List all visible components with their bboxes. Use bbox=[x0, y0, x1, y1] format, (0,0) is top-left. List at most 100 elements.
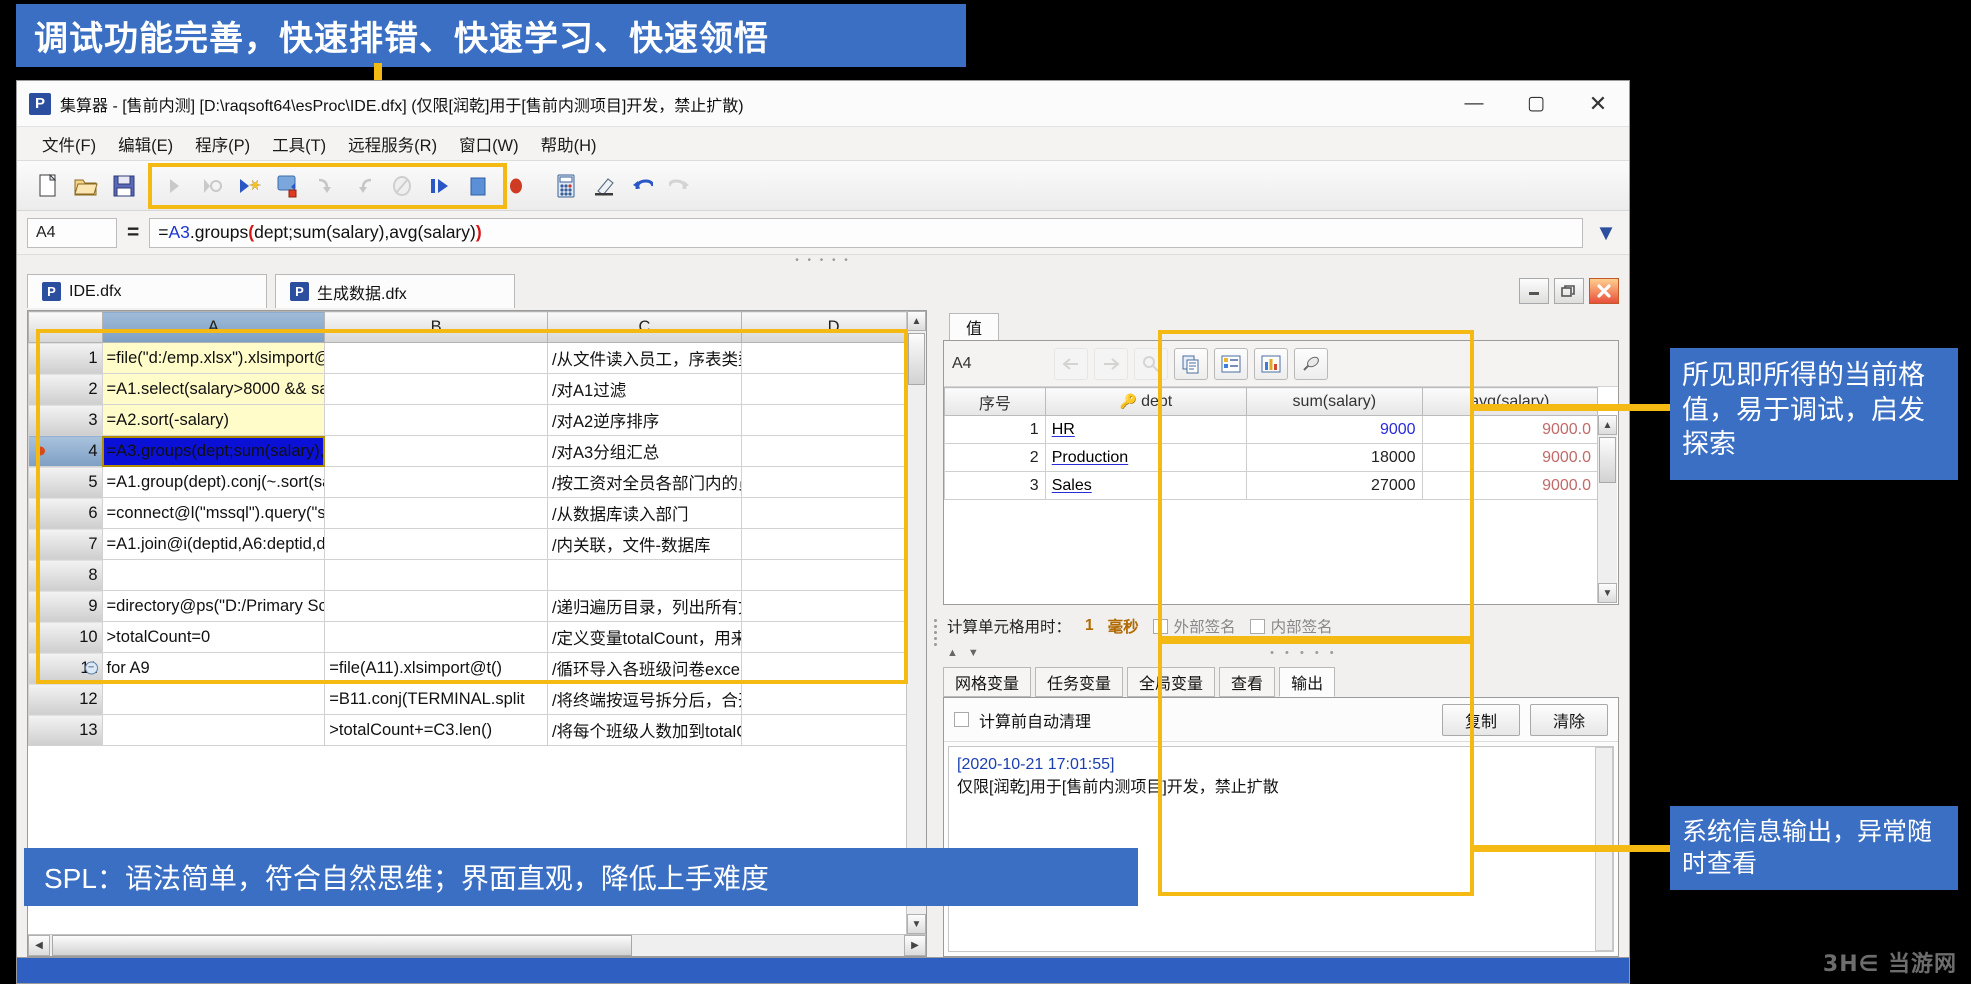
cell-b5[interactable] bbox=[324, 466, 548, 498]
scroll-down-icon[interactable]: ▼ bbox=[907, 914, 926, 934]
internal-sign-checkbox[interactable]: 内部签名 bbox=[1249, 615, 1333, 637]
menu-item-file[interactable]: 文件(F) bbox=[31, 128, 107, 160]
step-over-icon[interactable] bbox=[195, 169, 229, 203]
copy-icon[interactable] bbox=[1174, 347, 1208, 380]
cell-a5[interactable]: =A1.group(dept).conj(~.sort(salary)) bbox=[101, 466, 326, 498]
cell-d4[interactable] bbox=[741, 435, 926, 467]
cell-d13[interactable] bbox=[741, 714, 926, 746]
row-header-2[interactable]: 2 bbox=[28, 373, 103, 405]
cell-c13[interactable]: /将每个班级人数加到totalCount中 bbox=[546, 714, 743, 746]
cell-c7[interactable]: /内关联，文件-数据库 bbox=[546, 528, 743, 560]
step-into-icon[interactable] bbox=[157, 169, 191, 203]
scroll-up-icon[interactable]: ▲ bbox=[907, 311, 926, 331]
execute-icon[interactable] bbox=[271, 169, 305, 203]
cell-a4[interactable]: =A3.groups(dept;sum(salary),avg(salary)) bbox=[101, 435, 326, 467]
tab-value[interactable]: 值 bbox=[949, 313, 1000, 340]
cell-c9[interactable]: /递归遍历目录，列出所有文件 bbox=[546, 590, 743, 622]
hscrollbar-thumb[interactable] bbox=[52, 935, 632, 956]
debug-run-icon[interactable] bbox=[233, 169, 267, 203]
menu-item-window[interactable]: 窗口(W) bbox=[448, 128, 530, 160]
cell-a13[interactable] bbox=[101, 714, 326, 746]
menu-item-program[interactable]: 程序(P) bbox=[184, 128, 261, 160]
cell-b11[interactable]: =file(A11).xlsimport@t() bbox=[324, 652, 548, 684]
tab-global-variables[interactable]: 全局变量 bbox=[1127, 667, 1216, 697]
tab-view[interactable]: 查看 bbox=[1219, 667, 1276, 697]
cell-b4[interactable] bbox=[324, 435, 548, 467]
close-button[interactable]: ✕ bbox=[1567, 81, 1629, 126]
tab-grid-variables[interactable]: 网格变量 bbox=[943, 667, 1032, 697]
scroll-right-icon[interactable]: ▶ bbox=[904, 935, 926, 956]
pin-icon[interactable] bbox=[1294, 347, 1328, 380]
new-file-icon[interactable] bbox=[31, 169, 65, 203]
pane-drag-handle[interactable]: • • • • • bbox=[989, 647, 1619, 659]
row-header-9[interactable]: 9 bbox=[28, 590, 103, 622]
row-header-12[interactable]: 12 bbox=[28, 683, 103, 715]
step-down-icon[interactable] bbox=[309, 169, 343, 203]
step-forward-icon[interactable] bbox=[423, 169, 457, 203]
detail-list-icon[interactable] bbox=[1214, 347, 1248, 380]
cell-d3[interactable] bbox=[741, 404, 926, 436]
cell-d8[interactable] bbox=[741, 559, 926, 591]
menu-item-help[interactable]: 帮助(H) bbox=[530, 128, 608, 160]
row-header-3[interactable]: 3 bbox=[28, 404, 103, 436]
copy-button[interactable]: 复制 bbox=[1442, 703, 1520, 736]
grid-vertical-scrollbar[interactable]: ▲ ▼ bbox=[906, 311, 926, 934]
menu-item-tools[interactable]: 工具(T) bbox=[261, 128, 337, 160]
result-dept[interactable]: Production bbox=[1044, 443, 1248, 472]
result-dept[interactable]: HR bbox=[1044, 415, 1248, 444]
row-header-6[interactable]: 6 bbox=[28, 497, 103, 529]
formula-input[interactable]: = A3 .groups(dept;sum(salary),avg(salary)) bbox=[149, 217, 1583, 248]
step-up-icon[interactable] bbox=[347, 169, 381, 203]
pane-drag-handle[interactable]: • • • • • bbox=[17, 255, 1629, 266]
cell-a8[interactable] bbox=[101, 559, 326, 591]
formula-expand-icon[interactable]: ▼ bbox=[1593, 220, 1619, 246]
scroll-down-icon[interactable]: ▼ bbox=[1598, 583, 1617, 603]
inner-restore-button[interactable] bbox=[1554, 278, 1584, 304]
row-header-10[interactable]: 10 bbox=[28, 621, 103, 653]
tab-ide-dfx[interactable]: P IDE.dfx bbox=[27, 274, 267, 308]
stop-icon[interactable] bbox=[461, 169, 495, 203]
inner-close-button[interactable] bbox=[1589, 278, 1619, 304]
tab-task-variables[interactable]: 任务变量 bbox=[1035, 667, 1124, 697]
cell-b10[interactable] bbox=[324, 621, 548, 653]
cell-b8[interactable] bbox=[324, 559, 548, 591]
auto-clear-checkbox[interactable] bbox=[954, 712, 969, 727]
checkbox-icon[interactable] bbox=[1249, 618, 1265, 634]
cell-d6[interactable] bbox=[741, 497, 926, 529]
collapse-up-icon[interactable]: ▲ bbox=[947, 647, 958, 659]
cell-a7[interactable]: =A1.join@i(deptid,A6:deptid,deptname) bbox=[101, 528, 326, 560]
cell-d7[interactable] bbox=[741, 528, 926, 560]
cell-c3[interactable]: /对A2逆序排序 bbox=[546, 404, 743, 436]
row-header-13[interactable]: 13 bbox=[28, 714, 103, 746]
menu-item-remote-service[interactable]: 远程服务(R) bbox=[337, 128, 448, 160]
scroll-left-icon[interactable]: ◀ bbox=[28, 935, 50, 956]
calculator-icon[interactable] bbox=[549, 169, 583, 203]
breakpoint-icon[interactable] bbox=[36, 446, 45, 456]
row-header-1[interactable]: 1 bbox=[28, 342, 103, 374]
result-vertical-scrollbar[interactable]: ▲ ▼ bbox=[1597, 415, 1617, 603]
cell-c4[interactable]: /对A3分组汇总 bbox=[546, 435, 743, 467]
cell-b6[interactable] bbox=[324, 497, 548, 529]
cell-d2[interactable] bbox=[741, 373, 926, 405]
eraser-icon[interactable] bbox=[587, 169, 621, 203]
tab-generate-data-dfx[interactable]: P 生成数据.dfx bbox=[275, 274, 515, 308]
cell-a10[interactable]: >totalCount=0 bbox=[101, 621, 326, 653]
cell-a3[interactable]: =A2.sort(-salary) bbox=[101, 404, 326, 436]
cell-reference-input[interactable]: A4 bbox=[27, 217, 117, 248]
clear-button[interactable]: 清除 bbox=[1530, 703, 1608, 736]
undo-icon[interactable] bbox=[625, 169, 659, 203]
cell-d12[interactable] bbox=[741, 683, 926, 715]
cell-c10[interactable]: /定义变量totalCount，用来存储总记录 bbox=[546, 621, 743, 653]
maximize-button[interactable]: ▢ bbox=[1505, 81, 1567, 126]
cell-c6[interactable]: /从数据库读入部门 bbox=[546, 497, 743, 529]
breakpoint-icon[interactable] bbox=[499, 169, 533, 203]
cell-a2[interactable]: =A1.select(salary>8000 && salary<10000) bbox=[101, 373, 326, 405]
row-header-8[interactable]: 8 bbox=[28, 559, 103, 591]
save-icon[interactable] bbox=[107, 169, 141, 203]
row-header-4[interactable]: 4 bbox=[28, 435, 103, 467]
cell-c8[interactable] bbox=[546, 559, 743, 591]
inner-minimize-button[interactable] bbox=[1519, 278, 1549, 304]
result-col-seq[interactable]: 序号 bbox=[944, 387, 1046, 416]
cell-b13[interactable]: >totalCount+=C3.len() bbox=[324, 714, 548, 746]
row-header-7[interactable]: 7 bbox=[28, 528, 103, 560]
